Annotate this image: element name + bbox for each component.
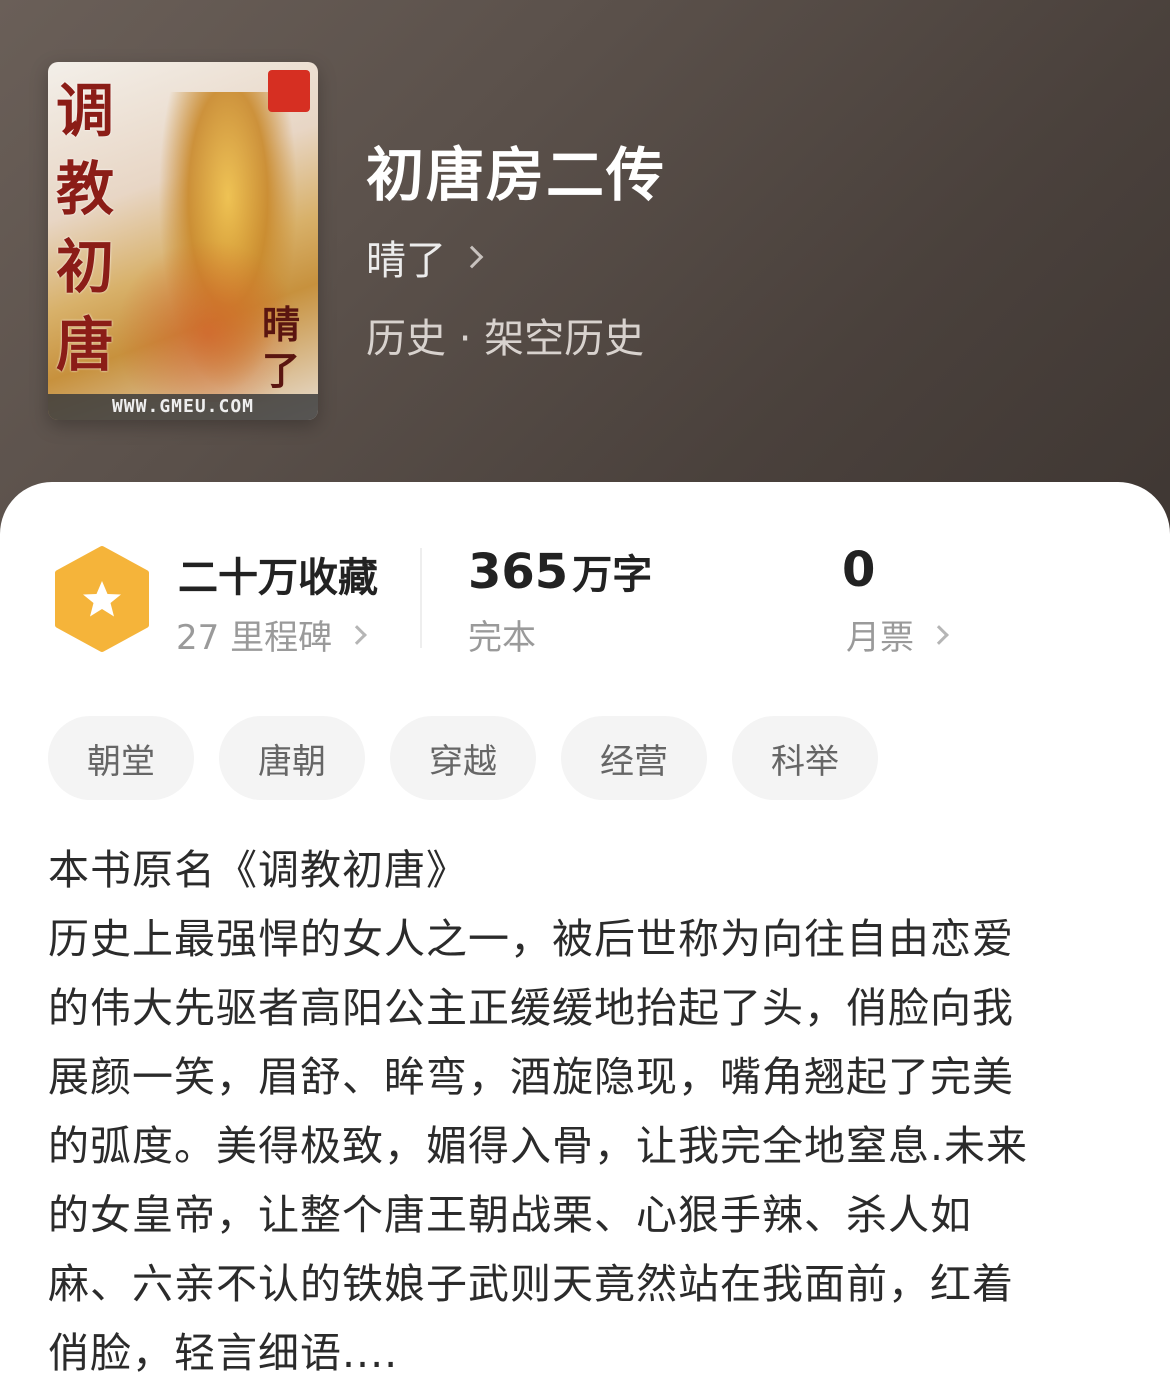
chevron-right-icon [460, 245, 484, 269]
completion-status: 完本 [468, 618, 536, 658]
cover-seal [268, 70, 310, 112]
book-cover-image[interactable]: 调 教 初 唐 晴 了 WWW.GMEU.COM [48, 62, 318, 420]
monthly-votes-label: 月票 [846, 618, 914, 658]
word-count-unit: 万字 [572, 552, 653, 598]
chevron-right-icon [929, 624, 949, 645]
book-title: 初唐房二传 [366, 141, 667, 209]
collections-count: 二十万收藏 [178, 555, 378, 601]
milestones-label: 27 里程碑 [176, 618, 333, 658]
cover-signature: 晴 了 [262, 302, 301, 393]
description-line: 的女皇帝，让整个唐王朝战栗、心狠手辣、杀人如 [48, 1191, 972, 1239]
book-header: 调 教 初 唐 晴 了 WWW.GMEU.COM 初唐房二传 晴了 历史 · 架… [0, 0, 1170, 540]
tag-list: 朝堂 唐朝 穿越 经营 科举 [48, 716, 878, 800]
description-line: 俏脸，轻言细语.... [48, 1329, 399, 1377]
cover-calligraphy-title: 调 教 初 唐 [56, 77, 115, 379]
cover-url-text: WWW.GMEU.COM [48, 394, 318, 420]
description-line: 的伟大先驱者高阳公主正缓缓地抬起了头，俏脸向我 [48, 984, 1014, 1032]
hexagon-star-icon [55, 546, 149, 652]
monthly-votes-link[interactable]: 月票 [846, 610, 949, 659]
book-category: 历史 · 架空历史 [366, 316, 645, 362]
description-line: 历史上最强悍的女人之一，被后世称为向往自由恋爱 [48, 915, 1014, 963]
author-link[interactable]: 晴了 [366, 228, 484, 286]
author-name: 晴了 [366, 238, 446, 284]
description-line: 本书原名《调教初唐》 [48, 846, 468, 894]
book-description[interactable]: 本书原名《调教初唐》 历史上最强悍的女人之一，被后世称为向往自由恋爱 的伟大先驱… [48, 836, 1138, 1388]
chevron-right-icon [347, 624, 367, 645]
monthly-votes-count: 0 [842, 542, 876, 598]
description-line: 麻、六亲不认的铁娘子武则天竟然站在我面前，红着 [48, 1260, 1014, 1308]
stat-divider [420, 548, 422, 648]
description-line: 的弧度。美得极致，媚得入骨，让我完全地窒息.未来 [48, 1122, 1029, 1170]
description-line: 展颜一笑，眉舒、眸弯，酒旋隐现，嘴角翘起了完美 [48, 1053, 1014, 1101]
tag-chip[interactable]: 经营 [561, 716, 707, 800]
milestones-link[interactable]: 27 里程碑 [176, 610, 367, 659]
tag-chip[interactable]: 科举 [732, 716, 878, 800]
tag-chip[interactable]: 朝堂 [48, 716, 194, 800]
word-count-number: 365 [468, 544, 569, 600]
tag-chip[interactable]: 唐朝 [219, 716, 365, 800]
tag-chip[interactable]: 穿越 [390, 716, 536, 800]
word-count: 365 万字 [468, 542, 652, 600]
